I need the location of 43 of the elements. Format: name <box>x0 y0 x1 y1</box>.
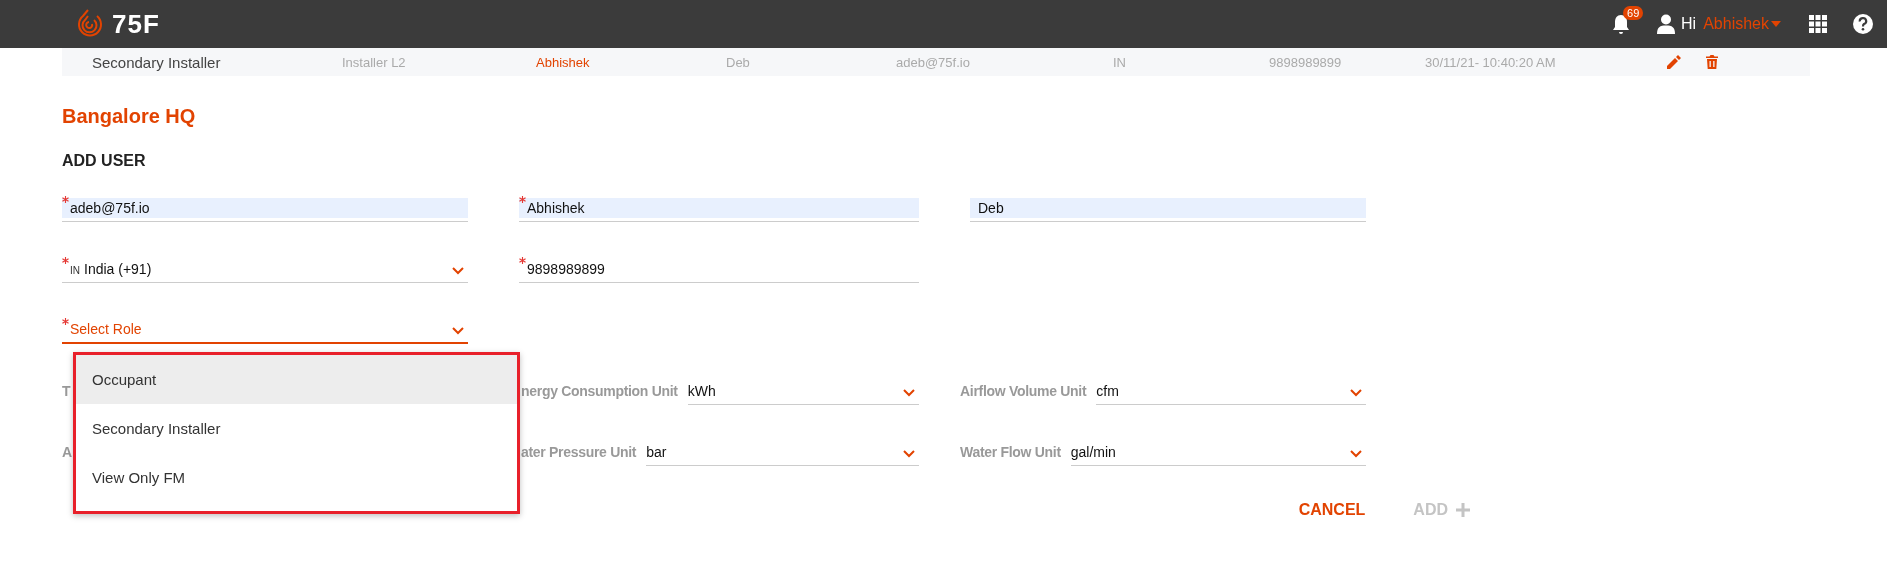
greeting: Hi <box>1681 15 1697 33</box>
select-field[interactable]: cfm <box>1096 375 1366 405</box>
field-label: A <box>62 444 72 460</box>
menu-item[interactable]: View Only FM <box>76 453 517 502</box>
table-cell-text: Secondary Installer <box>92 53 222 71</box>
chevron-icon <box>1350 450 1362 458</box>
table-cell-text: Abhishek <box>536 54 591 70</box>
table-cell-text: Deb <box>726 54 751 70</box>
caret-icon <box>1771 21 1781 27</box>
input-field[interactable]: 9898989899 <box>519 253 919 283</box>
field-label: Water Flow Unit <box>960 444 1061 460</box>
menu-item[interactable]: Occupant <box>76 355 517 404</box>
cancel-button[interactable]: CANCEL <box>1298 498 1366 522</box>
select-field[interactable]: kWh <box>687 375 919 405</box>
field-label: Airflow Volume Unit <box>960 383 1087 399</box>
apps-grid-icon[interactable] <box>1809 15 1827 33</box>
table-cell-text: Installer L2 <box>342 54 407 70</box>
logo-text: 75F <box>112 8 160 40</box>
table-cell-text: 30/11/21- 10:40:20 AM <box>1425 54 1557 70</box>
menu-item[interactable]: Secondary Installer <box>76 404 517 453</box>
chevron-icon <box>903 389 915 397</box>
select-field[interactable]: bar <box>646 436 919 466</box>
delete-icon[interactable] <box>1706 55 1718 69</box>
site-title: Bangalore HQ <box>62 104 197 128</box>
select-field[interactable]: gal/min <box>1070 436 1366 466</box>
edit-icon[interactable] <box>1667 55 1681 69</box>
field-label: T <box>62 383 71 399</box>
chevron-icon <box>1350 389 1362 397</box>
field-label: ater Pressure Unit <box>521 444 637 460</box>
help-icon[interactable] <box>1853 14 1873 34</box>
table-cell-text: IN <box>1113 54 1127 70</box>
notification-count: 69 <box>1623 6 1644 20</box>
user-icon <box>1657 14 1676 34</box>
form-title: ADD USER <box>62 151 147 171</box>
select-field[interactable]: IN India (+91) <box>62 253 468 283</box>
chevron-icon <box>452 327 464 335</box>
table-cell-text: 9898989899 <box>1269 54 1343 70</box>
chevron-icon <box>903 450 915 458</box>
chevron-icon <box>452 267 464 275</box>
select-field[interactable]: Select Role <box>62 314 468 344</box>
table-cell-text: adeb@75f.io <box>896 54 971 70</box>
plus-icon <box>1456 503 1470 517</box>
field-label: nergy Consumption Unit <box>521 383 678 399</box>
